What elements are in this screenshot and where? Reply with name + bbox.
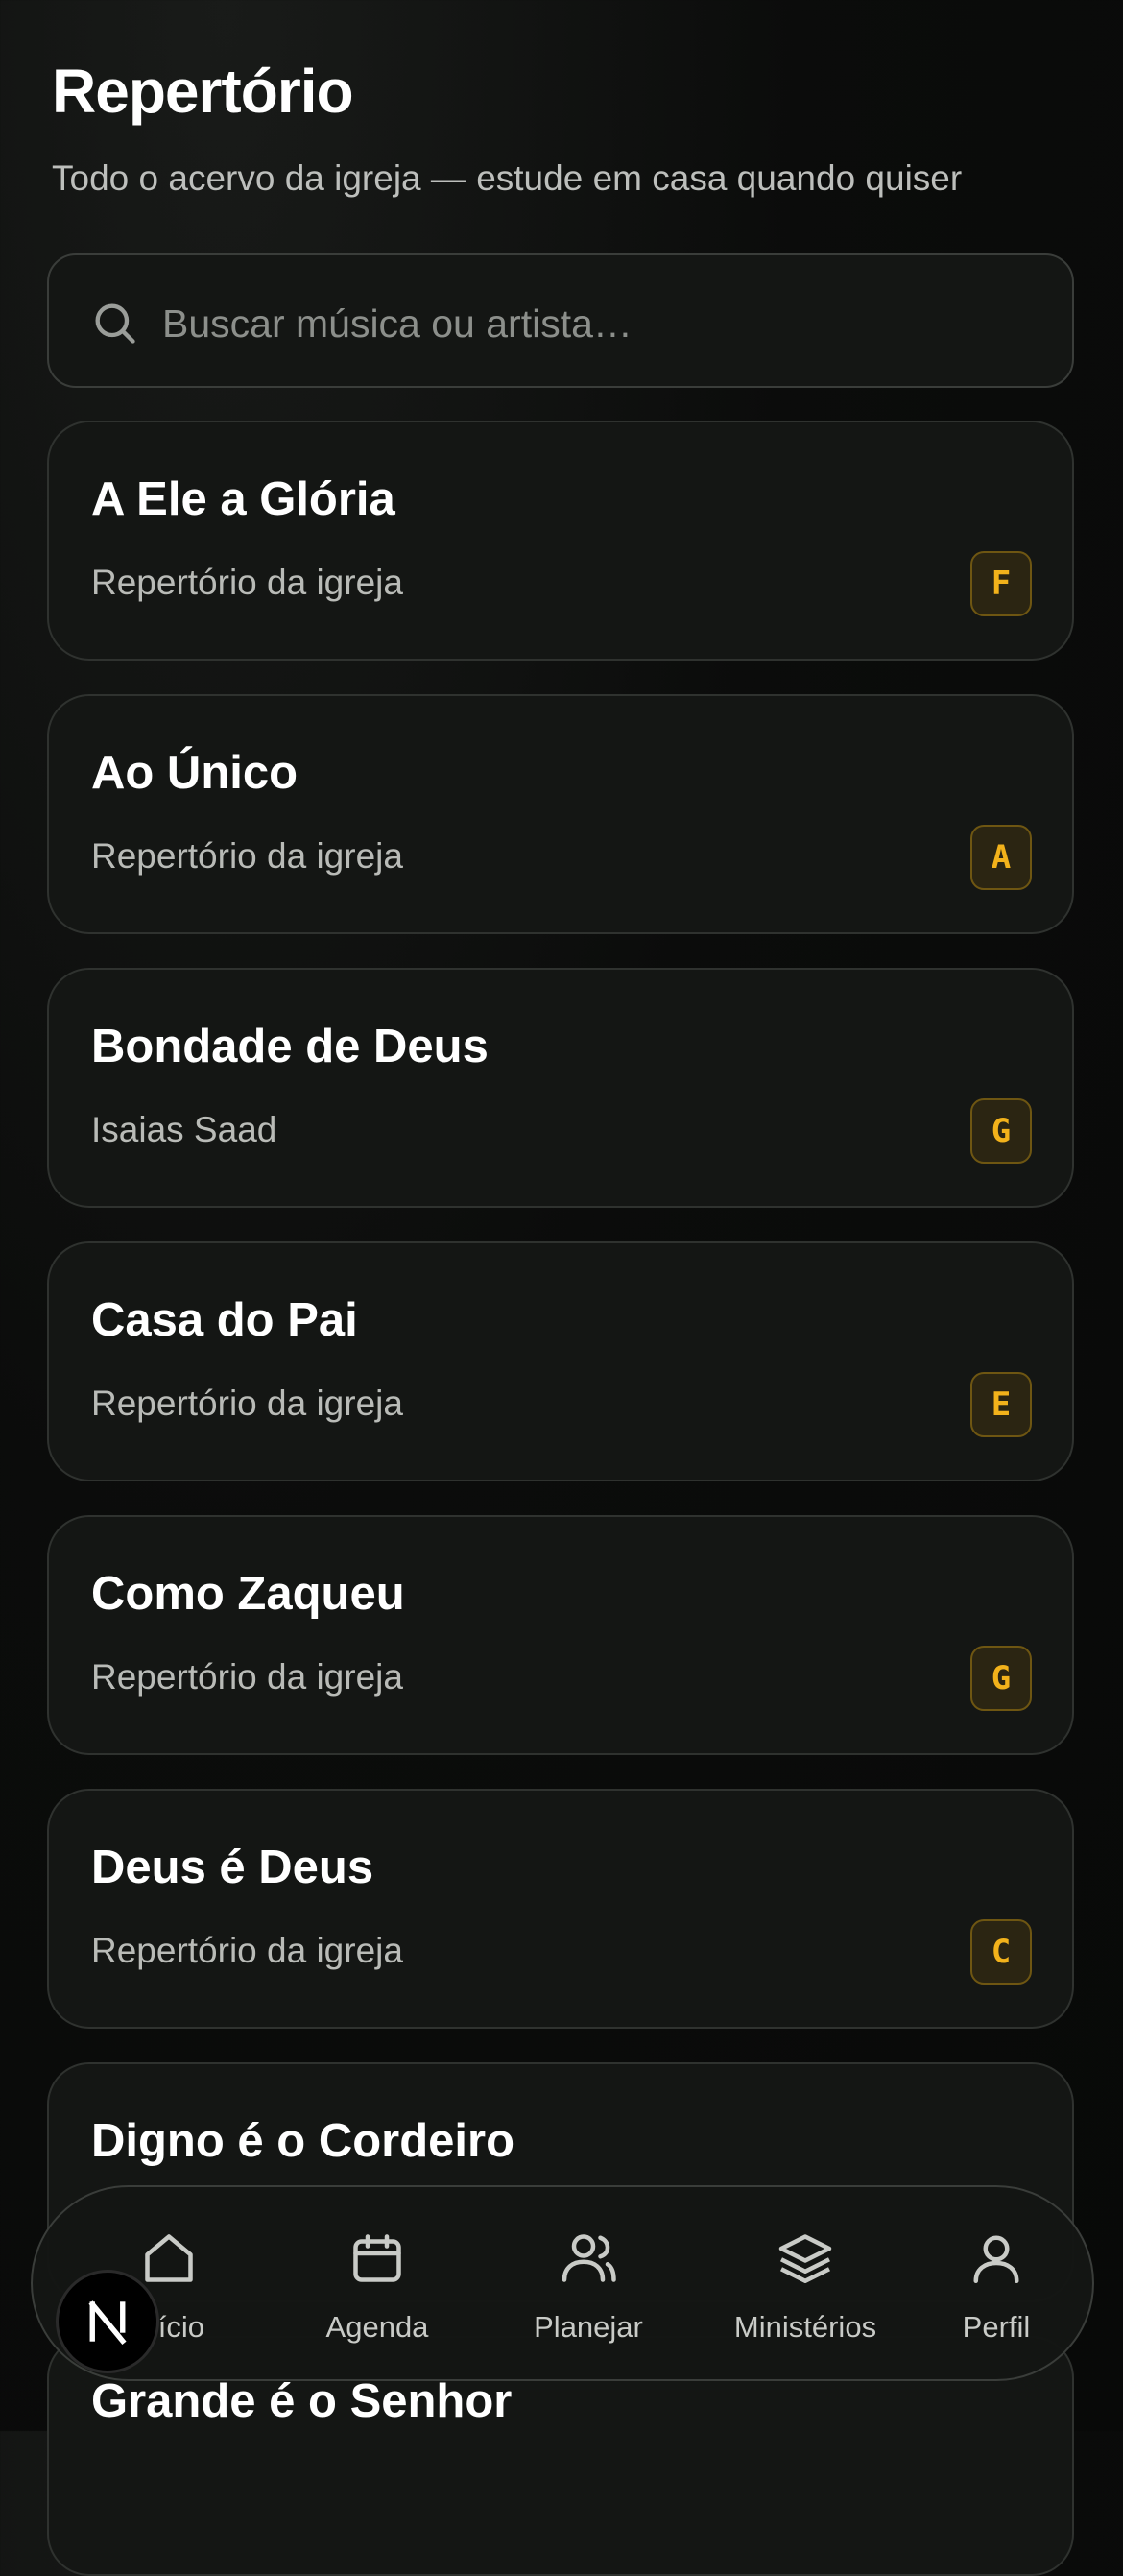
song-title: Como Zaqueu — [91, 1568, 405, 1620]
bottom-tab-bar: Início Agenda Planejar Ministérios Perfi… — [31, 2185, 1094, 2381]
song-card[interactable]: Casa do Pai Repertório da igreja E — [47, 1241, 1074, 1481]
song-key-badge: E — [970, 1372, 1032, 1437]
calendar-icon — [353, 2234, 401, 2282]
song-card[interactable]: A Ele a Glória Repertório da igreja F — [47, 421, 1074, 661]
song-title: A Ele a Glória — [91, 473, 395, 525]
home-icon — [145, 2234, 193, 2282]
tab-planejar[interactable]: Planejar — [488, 2187, 689, 2379]
song-card[interactable]: Ao Único Repertório da igreja A — [47, 694, 1074, 934]
song-key-badge: C — [970, 1919, 1032, 1985]
song-title: Grande é o Senhor — [91, 2375, 513, 2427]
page-subtitle: Todo o acervo da igreja — estude em casa… — [52, 158, 963, 198]
song-title: Casa do Pai — [91, 1294, 358, 1346]
song-artist: Isaias Saad — [91, 1110, 277, 1149]
search-bar[interactable] — [47, 253, 1074, 388]
tab-label: Agenda — [325, 2310, 429, 2344]
song-title: Digno é o Cordeiro — [91, 2115, 514, 2167]
song-card[interactable]: Como Zaqueu Repertório da igreja G — [47, 1515, 1074, 1755]
song-artist: Repertório da igreja — [91, 563, 403, 602]
layers-icon — [778, 2234, 832, 2283]
page-title: Repertório — [52, 57, 354, 126]
tab-label: Ministérios — [733, 2310, 877, 2344]
song-key-badge: A — [970, 825, 1032, 890]
tab-label: Planejar — [534, 2310, 643, 2344]
user-icon — [973, 2235, 1019, 2283]
song-key-badge: F — [970, 551, 1032, 616]
n-logo-icon — [88, 2300, 127, 2346]
tab-perfil[interactable]: Perfil — [920, 2187, 1073, 2379]
song-card[interactable]: Bondade de Deus Isaias Saad G — [47, 968, 1074, 1208]
song-artist: Repertório da igreja — [91, 1931, 403, 1970]
song-title: Bondade de Deus — [91, 1021, 489, 1072]
tab-label: Perfil — [962, 2310, 1031, 2344]
song-artist: Repertório da igreja — [91, 836, 403, 876]
tab-agenda[interactable]: Agenda — [276, 2187, 478, 2379]
song-key-badge: G — [970, 1098, 1032, 1164]
search-input[interactable] — [160, 284, 1028, 363]
song-title: Deus é Deus — [91, 1842, 374, 1893]
floating-action-button[interactable] — [56, 2270, 159, 2373]
song-artist: Repertório da igreja — [91, 1657, 403, 1697]
song-title: Ao Único — [91, 747, 299, 799]
users-icon — [562, 2234, 616, 2282]
song-card[interactable]: Deus é Deus Repertório da igreja C — [47, 1789, 1074, 2029]
song-artist: Repertório da igreja — [91, 1384, 403, 1423]
search-icon — [95, 303, 135, 344]
song-key-badge: G — [970, 1646, 1032, 1711]
tab-ministerios[interactable]: Ministérios — [705, 2187, 906, 2379]
